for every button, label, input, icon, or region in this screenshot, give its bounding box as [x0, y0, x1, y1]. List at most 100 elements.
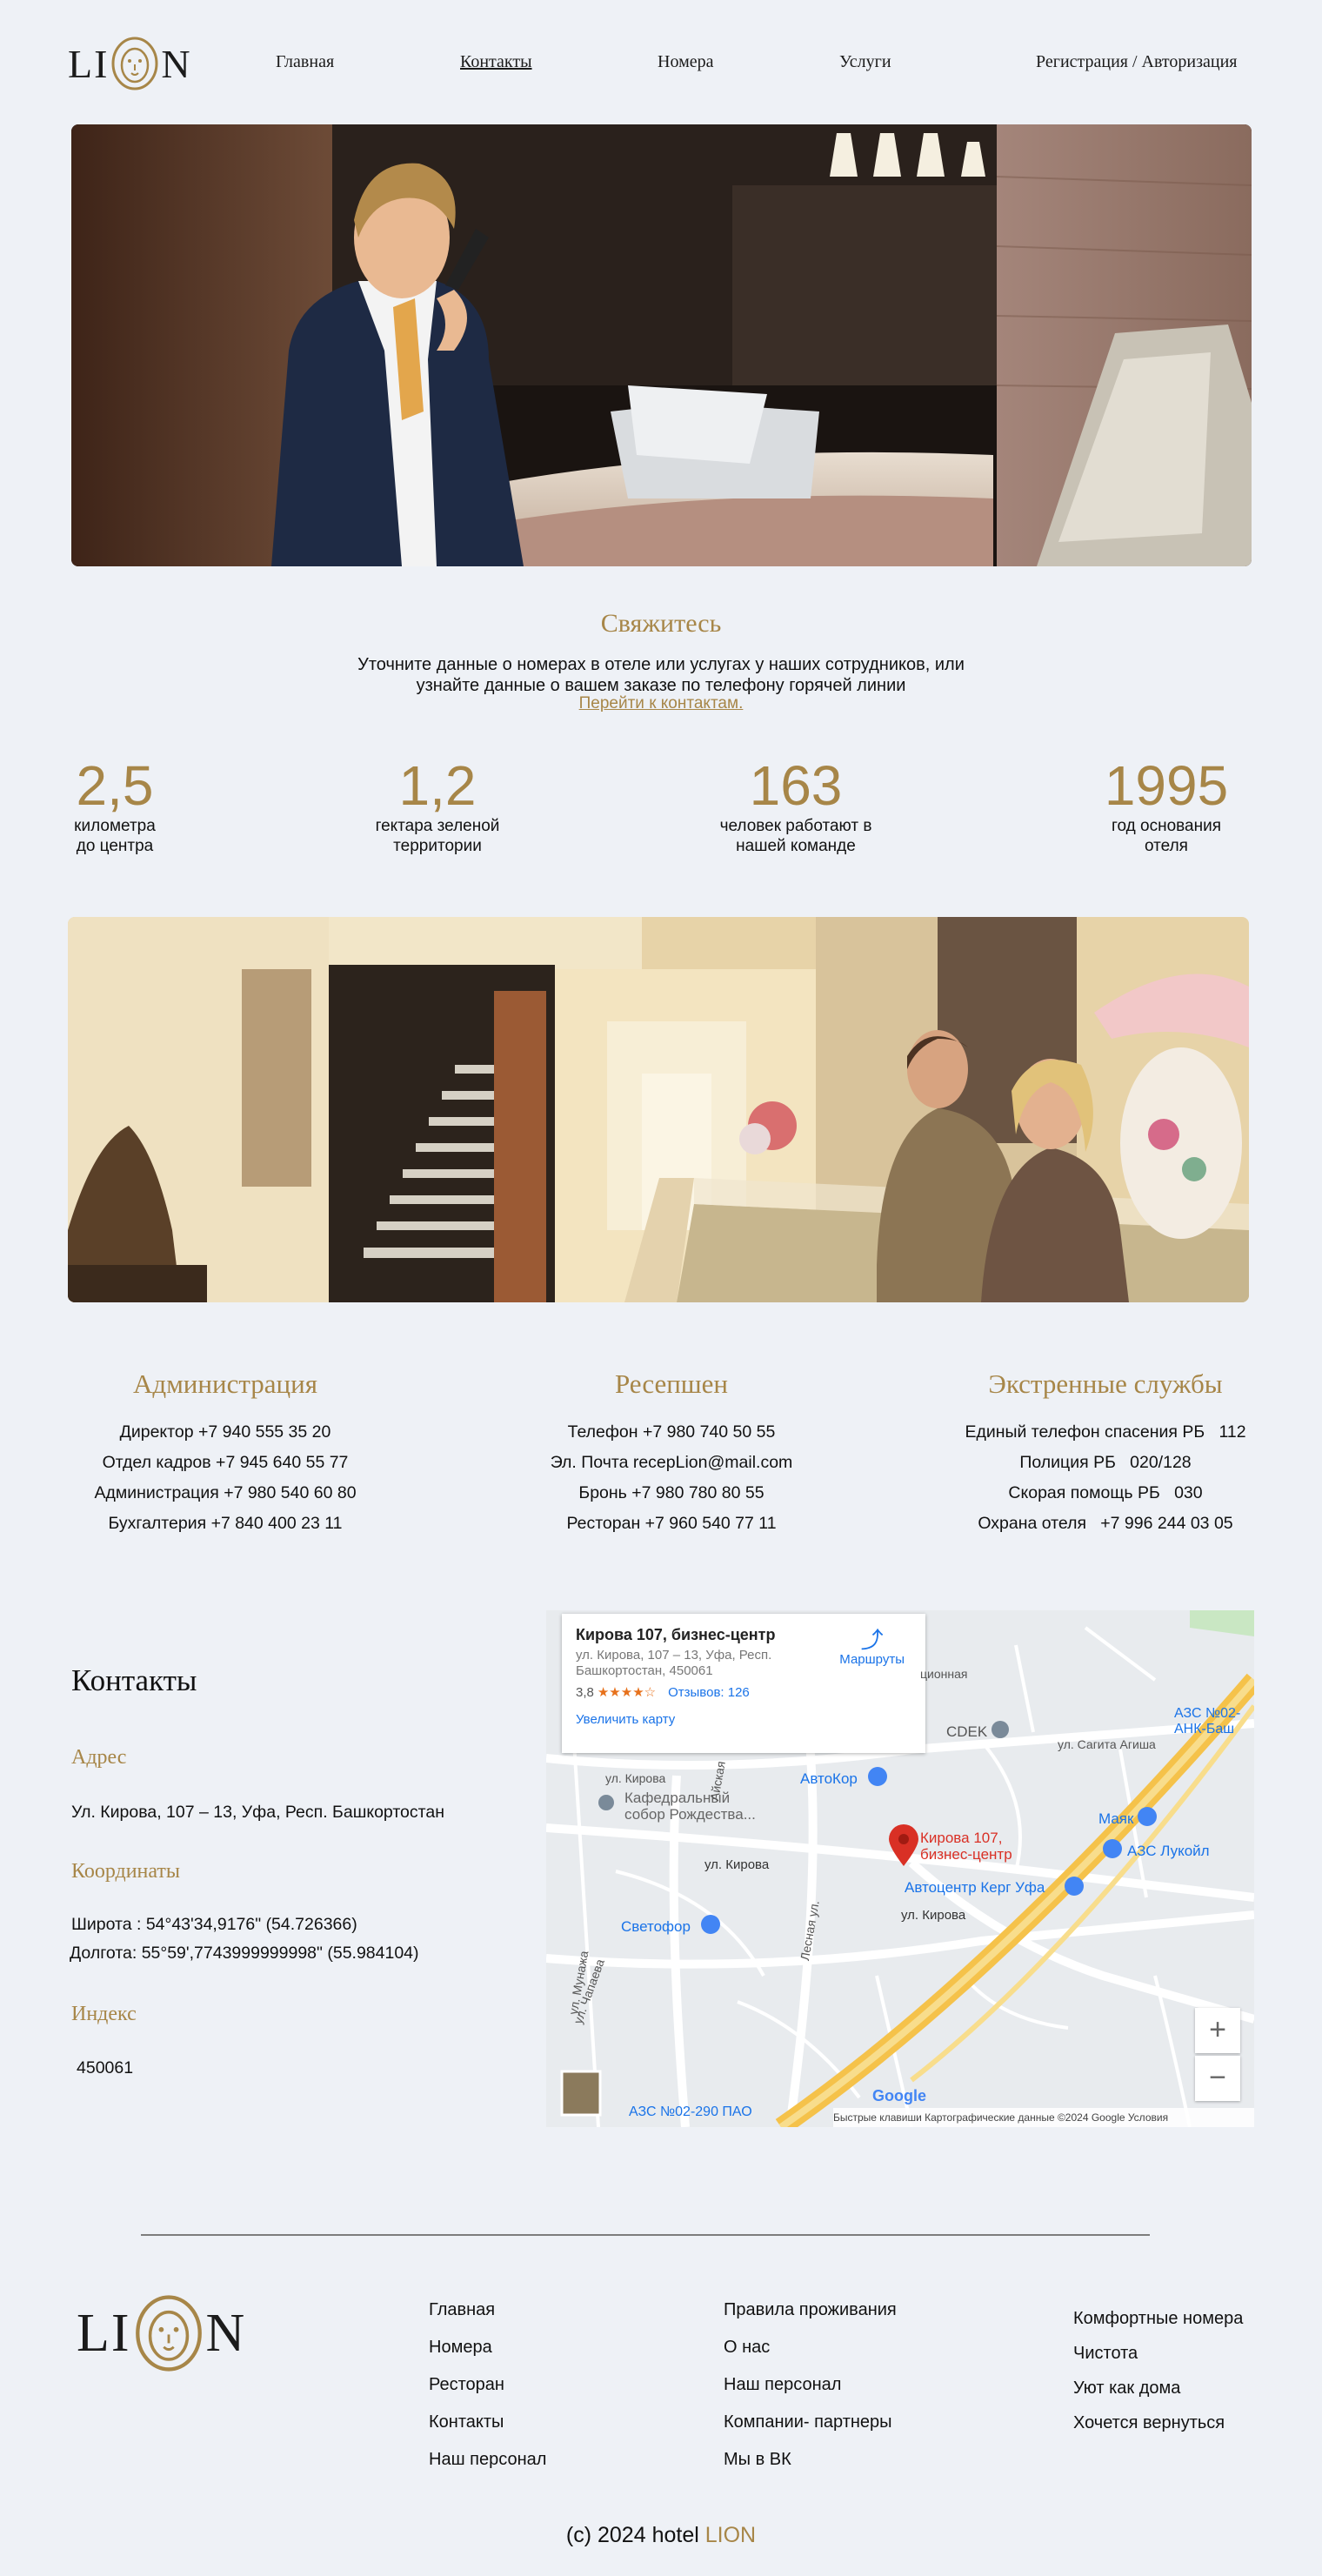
stat-founded: 1995 год основания отеля	[1062, 755, 1271, 856]
place-rating: 3,8 ★★★★☆ Отзывов: 126	[576, 1684, 911, 1700]
column-title: Администрация	[133, 1368, 317, 1399]
cathedral-line2: собор Рождества...	[624, 1806, 756, 1823]
enlarge-map-link[interactable]: Увеличить карту	[576, 1712, 911, 1727]
logo-text-right: N	[161, 41, 192, 86]
stat-value: 163	[749, 754, 843, 817]
street-label: ул. Кирова	[901, 1908, 966, 1923]
index-value: 450061	[77, 2058, 134, 2078]
nav-home[interactable]: Главная	[276, 52, 334, 72]
contact-line: Ресторан +7 960 540 77 11	[566, 1514, 777, 1533]
stat-label-line1: год основания	[1112, 817, 1221, 835]
zoom-out-button[interactable]: −	[1195, 2056, 1240, 2101]
nav-contacts[interactable]: Контакты	[460, 52, 532, 72]
contact-line: Эл. Почта recepLion@mail.com	[550, 1453, 793, 1472]
pin-label: Кирова 107, бизнес-центр	[920, 1830, 1012, 1863]
street-label: ул. Сагита Агиша	[1058, 1737, 1156, 1751]
map-place-azs-bottom[interactable]: АЗС №02-290 ПАО	[629, 2104, 752, 2120]
footer-logo[interactable]: LI N	[77, 2290, 246, 2377]
map-place-svetofor[interactable]: Светофор	[621, 1918, 691, 1936]
stat-distance: 2,5 километра до центра	[10, 755, 219, 856]
lion-icon	[110, 37, 159, 90]
stat-label-line1: человек работают в	[719, 817, 872, 835]
map-attribution[interactable]: Быстрые клавиши Картографические данные …	[833, 2108, 1254, 2127]
go-to-contacts-link[interactable]: Перейти к контактам.	[579, 694, 744, 713]
footer-col-2: Правила проживания О нас Наш персонал Ко…	[724, 2292, 897, 2479]
google-logo: Google	[872, 2087, 926, 2104]
footer-divider	[141, 2234, 1150, 2236]
street-label: ционная	[920, 1667, 968, 1681]
map-place-cdek[interactable]: CDEK	[946, 1723, 987, 1741]
logo-text-left: LI	[77, 2303, 131, 2363]
coordinates-heading: Координаты	[71, 1860, 181, 1883]
footer-feature: Чистота	[1073, 2344, 1138, 2363]
contact-line: Скорая помощь РБ 030	[1008, 1483, 1203, 1502]
copyright-brand: LION	[704, 2523, 757, 2547]
azs-line2: АНК-Баш	[1174, 1722, 1235, 1736]
nav-rooms[interactable]: Номера	[658, 52, 713, 72]
footer-link[interactable]: Ресторан	[429, 2366, 546, 2404]
map-place-cathedral[interactable]: Кафедральный собор Рождества...	[624, 1790, 756, 1823]
stat-value: 1995	[1104, 754, 1229, 817]
street-label: ул. Кирова	[605, 1771, 666, 1785]
contact-intro-line2: узнайте данные о вашем заказе по телефон…	[416, 676, 906, 695]
stat-value: 1,2	[398, 754, 477, 817]
map-place-kerg[interactable]: Автоцентр Керг Уфа	[905, 1879, 1045, 1897]
zoom-in-button[interactable]: +	[1195, 2008, 1240, 2053]
footer-link[interactable]: О нас	[724, 2329, 897, 2366]
footer-link[interactable]: Главная	[429, 2292, 546, 2329]
footer-link[interactable]: Контакты	[429, 2404, 546, 2441]
footer-link[interactable]: Мы в ВК	[724, 2441, 897, 2479]
footer-link[interactable]: Номера	[429, 2329, 546, 2366]
star-icons: ★★★★☆	[597, 1685, 657, 1700]
reception-column: Ресепшен Телефон +7 980 740 50 55 Эл. По…	[489, 1368, 854, 1539]
stat-label-line2: отеля	[1145, 837, 1188, 855]
stat-staff: 163 человек работают в нашей команде	[691, 755, 900, 856]
logo-text-left: LI	[68, 41, 110, 86]
map-place-lukoil[interactable]: АЗС Лукойл	[1127, 1843, 1210, 1860]
footer-link[interactable]: Компании- партнеры	[724, 2404, 897, 2441]
contact-line: Телефон +7 980 740 50 55	[567, 1422, 776, 1442]
place-address: ул. Кирова, 107 – 13, Уфа, Респ. Башкорт…	[576, 1648, 772, 1678]
emergency-column: Экстренные службы Единый телефон спасени…	[923, 1368, 1288, 1539]
footer-link[interactable]: Наш персонал	[724, 2366, 897, 2404]
pin-label-line2: бизнес-центр	[920, 1846, 1012, 1863]
shopping-bag-icon	[1065, 1877, 1084, 1896]
footer-feature: Уют как дома	[1073, 2379, 1181, 2398]
location-pin-icon[interactable]	[889, 1824, 918, 1870]
place-info-card: Кирова 107, бизнес-центр ул. Кирова, 107…	[562, 1614, 925, 1753]
footer-link[interactable]: Правила проживания	[724, 2292, 897, 2329]
contact-line: Бронь +7 980 780 80 55	[578, 1483, 764, 1502]
footer-link[interactable]: Наш персонал	[429, 2441, 546, 2479]
shopping-bag-icon	[1138, 1807, 1157, 1826]
map-place-azs[interactable]: АЗС №02- АНК-Баш	[1174, 1706, 1240, 1737]
contact-line: Охрана отеля +7 996 244 03 05	[978, 1514, 1233, 1533]
index-heading: Индекс	[71, 2003, 137, 2025]
reviews-link[interactable]: Отзывов: 126	[668, 1685, 750, 1700]
nav-services[interactable]: Услуги	[839, 52, 891, 72]
street-label: ул. Кирова	[704, 1857, 770, 1872]
stat-label-line1: километра	[74, 817, 156, 835]
contact-line: Администрация +7 980 540 60 80	[94, 1483, 357, 1502]
contact-line: Отдел кадров +7 945 640 55 77	[102, 1453, 349, 1472]
azs-line1: АЗС №02-	[1174, 1706, 1241, 1721]
contact-line: Директор +7 940 555 35 20	[119, 1422, 331, 1442]
nav-register-login[interactable]: Регистрация / Авторизация	[1036, 52, 1238, 72]
contact-intro-title: Свяжитесь	[600, 609, 722, 638]
pin-label-line1: Кирова 107,	[920, 1830, 1003, 1846]
routes-button[interactable]: ⤴ Маршруты	[839, 1628, 905, 1667]
google-map[interactable]: Кирова 107, бизнес-центр ул. Кирова, 107…	[546, 1610, 1254, 2127]
map-place-avtokor[interactable]: АвтоКор	[800, 1770, 858, 1788]
column-title: Ресепшен	[614, 1368, 729, 1399]
contact-line: Единый телефон спасения РБ 112	[965, 1422, 1246, 1442]
rating-value: 3,8	[576, 1685, 594, 1700]
stat-label-line2: нашей команде	[736, 837, 856, 855]
place-marker-icon	[992, 1721, 1009, 1738]
footer-col-1: Главная Номера Ресторан Контакты Наш пер…	[429, 2292, 546, 2479]
footer-col-3: Комфортные номера Чистота Уют как дома Х…	[1073, 2301, 1243, 2440]
header-logo[interactable]: LI N	[68, 33, 192, 94]
map-place-mayak[interactable]: Маяк	[1098, 1810, 1133, 1828]
logo-text-right: N	[205, 2303, 247, 2363]
stat-label-line1: гектара зеленой	[375, 817, 500, 835]
lion-icon	[134, 2294, 204, 2372]
place-marker-icon	[598, 1795, 614, 1810]
